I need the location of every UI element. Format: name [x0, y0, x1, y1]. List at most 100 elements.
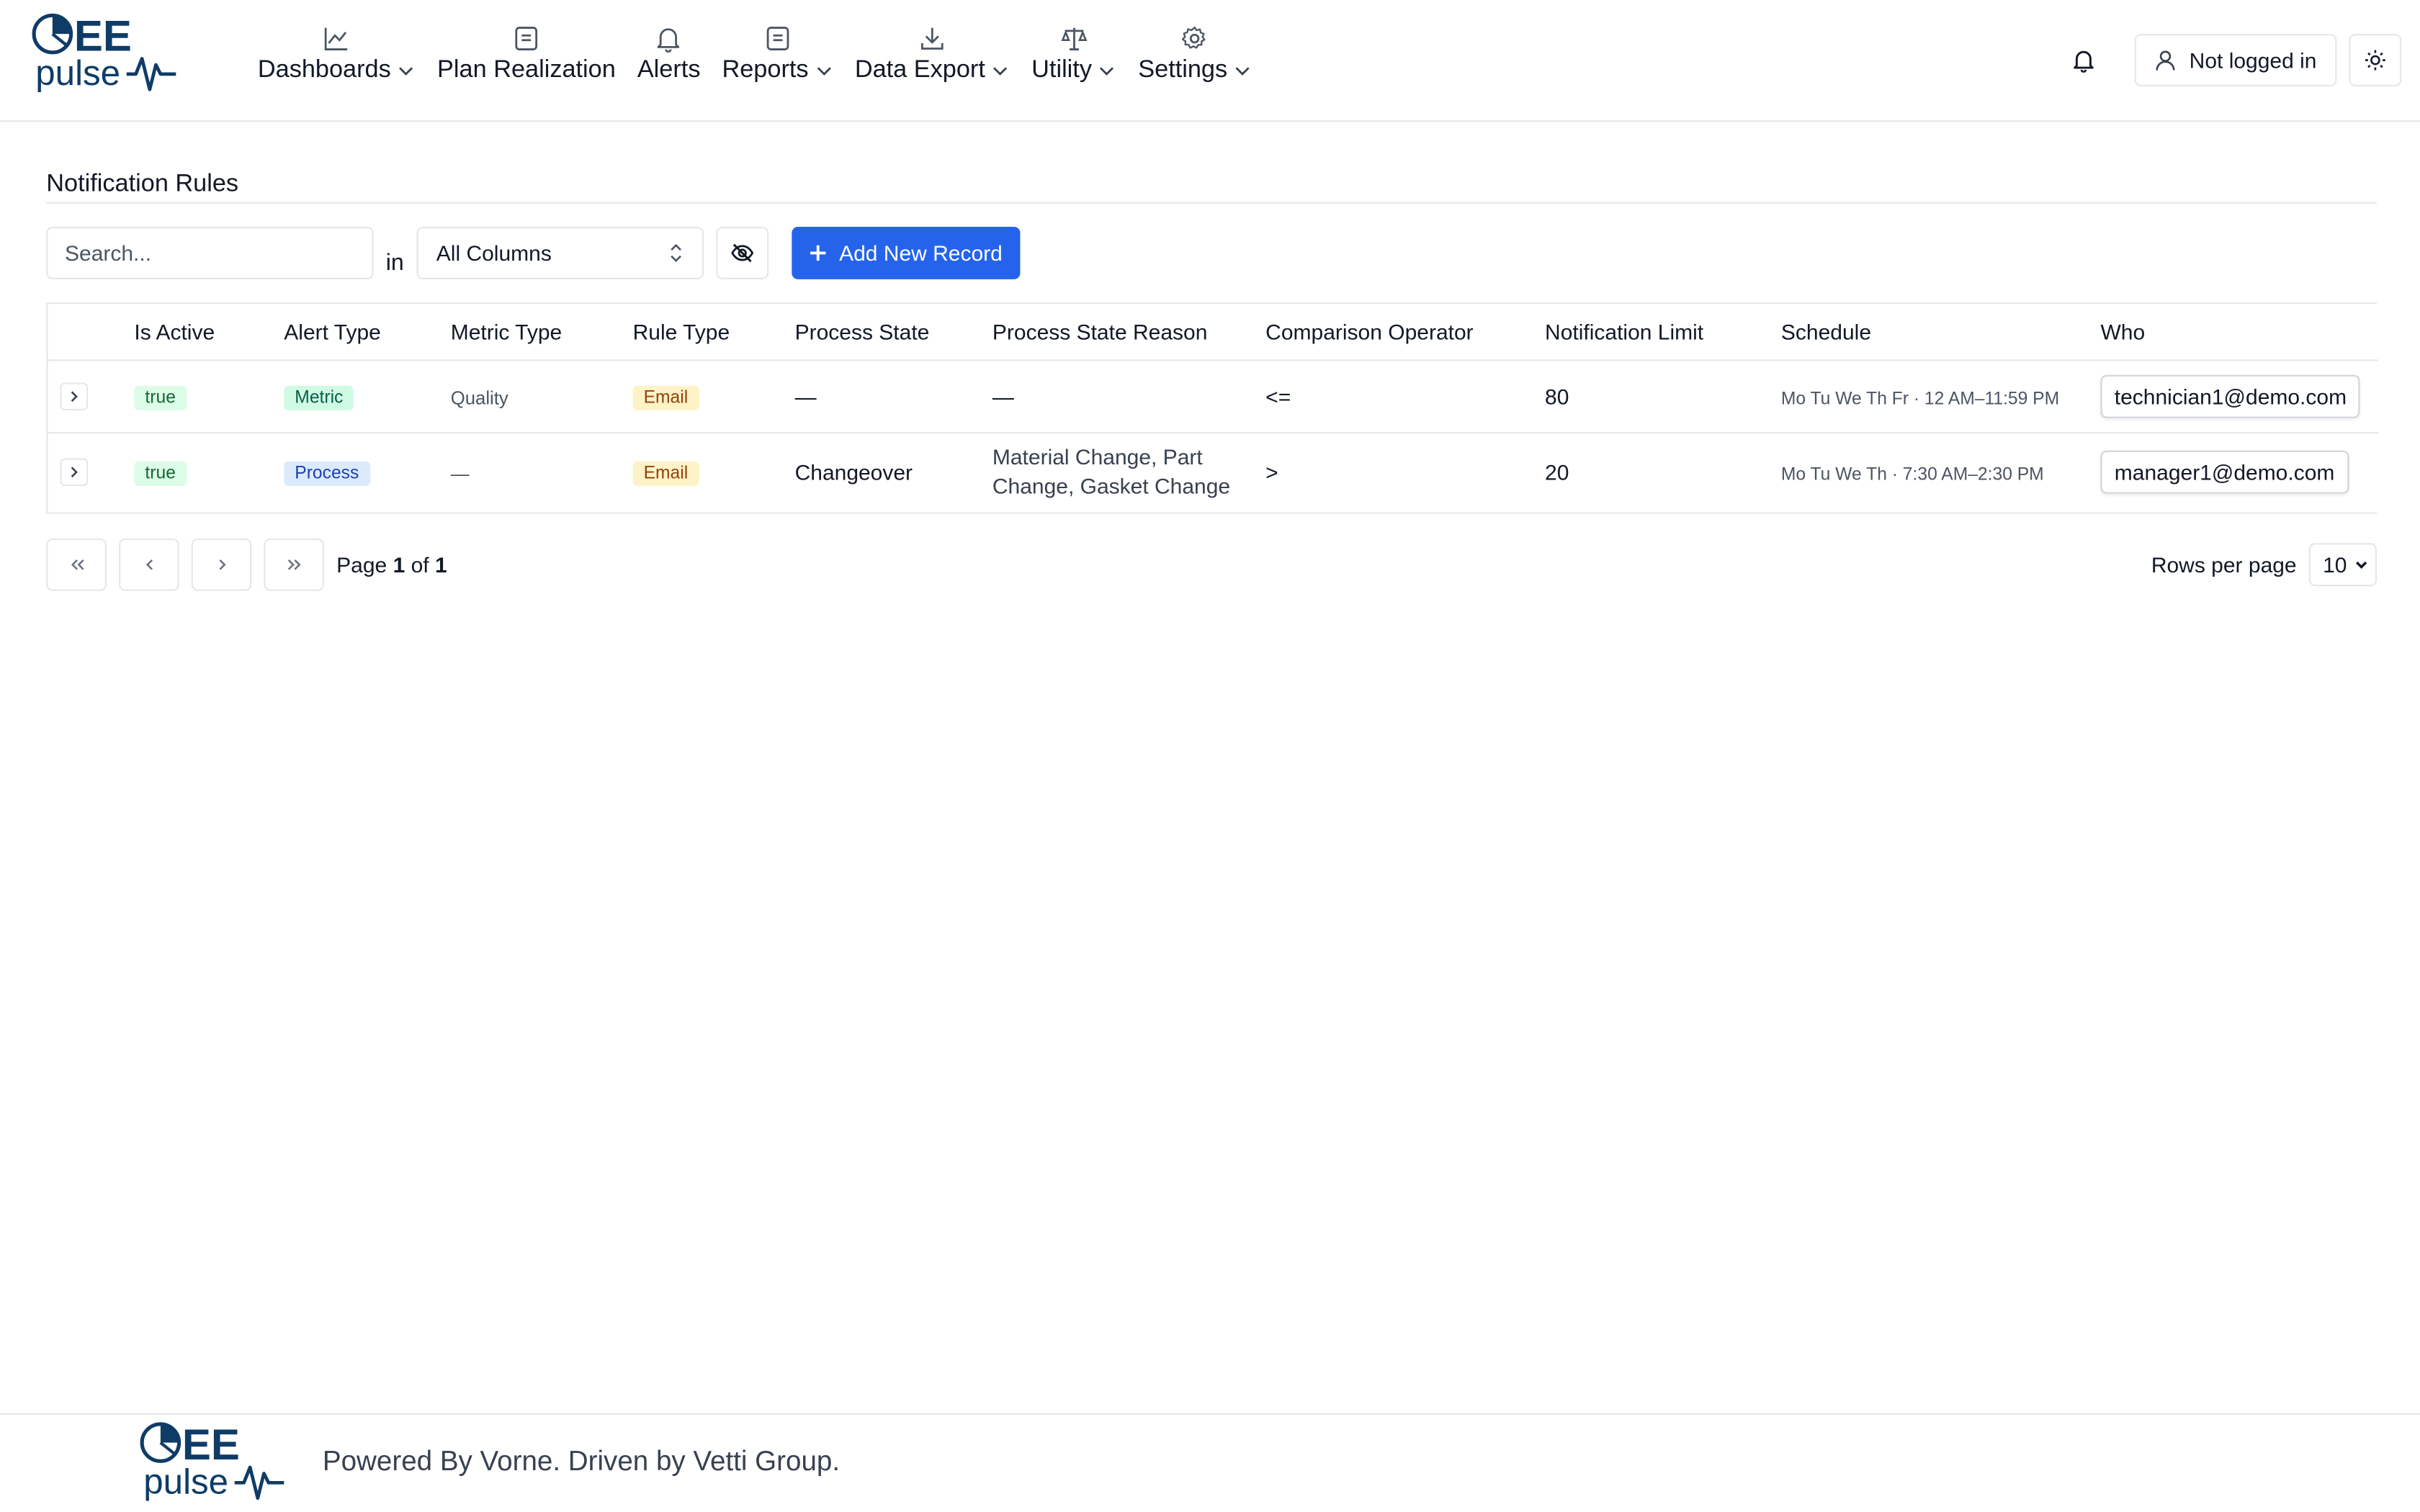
nav-alerts[interactable]: Alerts	[627, 24, 712, 96]
rows-per-page-select[interactable]: 10	[2308, 543, 2378, 587]
chevron-down-icon	[397, 62, 416, 81]
process-state-cell: Changeover	[794, 460, 913, 485]
chevron-right-icon	[212, 555, 231, 574]
rule-type-badge: Email	[632, 384, 699, 410]
process-state-reason-cell: —	[992, 383, 1014, 408]
scale-icon	[1060, 24, 1088, 53]
theme-toggle-button[interactable]	[2349, 34, 2402, 87]
footer-logo-mark: EE pulse	[140, 1421, 284, 1501]
add-new-record-button[interactable]: Add New Record	[791, 227, 1020, 279]
process-state-reason-cell: Material Change, Part Change, Gasket Cha…	[992, 444, 1231, 499]
col-comparison-operator[interactable]: Comparison Operator	[1253, 304, 1533, 361]
document-icon	[513, 24, 541, 53]
nav-reports-label: Reports	[722, 57, 809, 84]
col-expand	[48, 304, 122, 361]
document-icon	[763, 24, 792, 53]
chevrons-left-icon	[67, 555, 86, 574]
svg-text:pulse: pulse	[143, 1462, 228, 1501]
plus-icon	[808, 244, 827, 263]
eye-off-icon	[730, 240, 754, 265]
alert-type-badge: Process	[284, 462, 370, 487]
nav-data-export[interactable]: Data Export	[844, 24, 1021, 96]
nav-utility[interactable]: Utility	[1021, 24, 1127, 96]
footer-credit: Powered By Vorne. Driven by Vetti Group.	[322, 1445, 841, 1477]
expand-row-button[interactable]	[60, 382, 89, 410]
schedule-cell: Mo Tu We Th Fr · 12 AM–11:59 PM	[1780, 390, 2060, 408]
pagination: Page 1 of 1 Rows per page 10	[46, 538, 2378, 591]
of-label: of	[411, 552, 429, 577]
notifications-button[interactable]	[2058, 34, 2111, 86]
chevron-down-icon	[991, 62, 1010, 81]
col-who[interactable]: Who	[2088, 304, 2379, 361]
chevron-down-icon	[1098, 62, 1117, 81]
login-button[interactable]: Not logged in	[2135, 34, 2337, 87]
metric-type-cell: —	[450, 463, 470, 485]
next-page-button[interactable]	[191, 538, 252, 591]
footer-logo: EE pulse	[139, 1418, 293, 1504]
login-label: Not logged in	[2189, 48, 2317, 73]
nav-utility-label: Utility	[1031, 57, 1092, 84]
col-rule-type[interactable]: Rule Type	[620, 304, 783, 361]
nav-data-export-label: Data Export	[854, 57, 985, 84]
top-header: EE pulse Dashboards Plan Realization Ale…	[0, 0, 2420, 122]
col-notification-limit[interactable]: Notification Limit	[1532, 304, 1769, 361]
metric-type-cell: Quality	[450, 386, 508, 408]
who-cell[interactable]: technician1@demo.com	[2100, 374, 2361, 418]
rows-per-page-label: Rows per page	[2151, 552, 2297, 577]
page-indicator: Page 1 of 1	[336, 552, 447, 577]
chevron-up-down-icon	[668, 242, 683, 264]
column-select[interactable]: All Columns	[416, 227, 704, 279]
nav-settings[interactable]: Settings	[1127, 24, 1263, 96]
chevron-down-icon	[2354, 557, 2369, 572]
bell-icon	[655, 24, 683, 53]
toggle-columns-button[interactable]	[715, 227, 768, 279]
add-new-record-label: Add New Record	[839, 240, 1003, 266]
rows-per-page: Rows per page 10	[2151, 539, 2378, 591]
table-toolbar: in All Columns Add New Record	[46, 227, 2377, 279]
col-process-state[interactable]: Process State	[782, 304, 980, 361]
table-header-row: Is Active Alert Type Metric Type Rule Ty…	[48, 304, 2379, 361]
page-label: Page	[336, 552, 387, 577]
col-process-state-reason[interactable]: Process State Reason	[980, 304, 1254, 361]
download-icon	[918, 24, 946, 53]
comparison-operator-cell: >	[1265, 460, 1278, 485]
nav-reports[interactable]: Reports	[711, 24, 843, 96]
brand-logo-mark: EE pulse	[32, 12, 176, 93]
previous-page-button[interactable]	[119, 538, 179, 591]
nav-plan-realization-label: Plan Realization	[437, 57, 616, 84]
last-page-button[interactable]	[264, 538, 325, 591]
is-active-badge: true	[134, 384, 187, 410]
svg-text:pulse: pulse	[35, 53, 120, 93]
col-is-active[interactable]: Is Active	[122, 304, 272, 361]
col-alert-type[interactable]: Alert Type	[272, 304, 439, 361]
line-chart-icon	[323, 24, 351, 53]
nav-alerts-label: Alerts	[637, 57, 701, 84]
brand-logo[interactable]: EE pulse	[31, 12, 185, 99]
notification-limit-cell: 80	[1545, 383, 1569, 408]
main-nav: Dashboards Plan Realization Alerts Repor…	[247, 24, 1263, 96]
comparison-operator-cell: <=	[1265, 383, 1291, 408]
gear-icon	[1181, 24, 1209, 53]
col-schedule[interactable]: Schedule	[1768, 304, 2089, 361]
page-title: Notification Rules	[46, 154, 2378, 204]
expand-row-button[interactable]	[60, 458, 89, 487]
nav-dashboards[interactable]: Dashboards	[247, 24, 426, 96]
search-input[interactable]	[46, 227, 374, 279]
is-active-badge: true	[134, 462, 187, 487]
nav-plan-realization[interactable]: Plan Realization	[426, 24, 627, 96]
main-content: Notification Rules in All Columns Add Ne…	[46, 154, 2379, 591]
chevrons-right-icon	[284, 555, 303, 574]
nav-dashboards-label: Dashboards	[257, 57, 391, 84]
table-row[interactable]: true Metric Quality Email — — <= 80 Mo T…	[48, 359, 2379, 433]
sun-icon	[2365, 50, 2386, 71]
first-page-button[interactable]	[46, 538, 107, 591]
rule-type-badge: Email	[632, 462, 699, 487]
chevron-right-icon	[66, 465, 81, 480]
col-metric-type[interactable]: Metric Type	[438, 304, 621, 361]
who-cell[interactable]: manager1@demo.com	[2100, 451, 2349, 495]
chevron-down-icon	[1234, 62, 1252, 81]
notification-limit-cell: 20	[1545, 460, 1569, 485]
schedule-cell: Mo Tu We Th · 7:30 AM–2:30 PM	[1780, 466, 2044, 485]
table-row[interactable]: true Process — Email Changeover Material…	[48, 432, 2378, 512]
page-footer: EE pulse Powered By Vorne. Driven by Vet…	[0, 1413, 2420, 1512]
